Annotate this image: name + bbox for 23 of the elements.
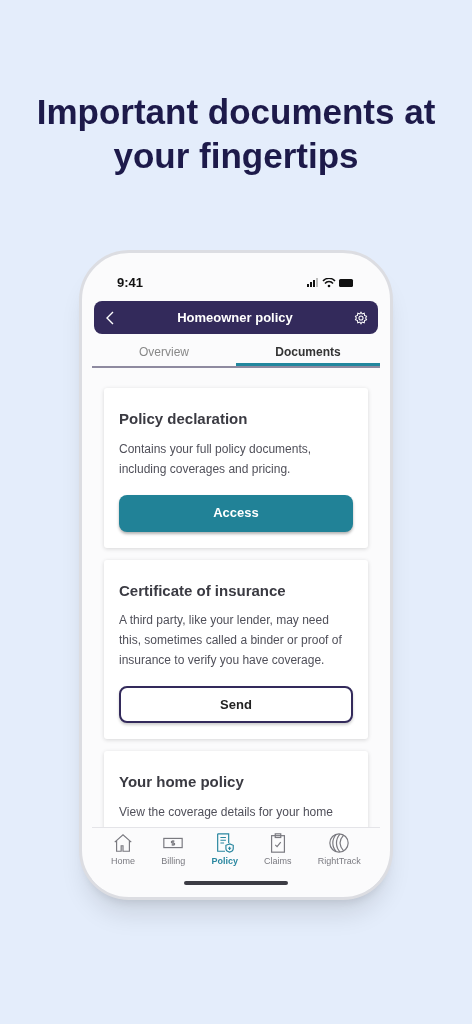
card-description: A third party, like your lender, may need this, sometimes called a binder or proof of insurance to verify you have coverage. [119,612,343,669]
card-description: View the coverage details for your home [119,803,334,821]
nav-item[interactable]: RightTrack [317,832,361,869]
nav-item[interactable]: Claims [264,832,292,869]
settings-icon[interactable] [354,310,368,325]
tab[interactable]: Documents [236,340,380,366]
nav-item[interactable]: Billing [161,832,186,869]
tab[interactable]: Overview [92,340,236,366]
headline: Important documents at your fingertips [36,91,436,177]
card-description: Contains your full policy documents, including coverages and pricing. [119,440,313,478]
card-title: Policy declaration [119,409,249,429]
header-title: Homeowner policy [176,308,294,327]
send-button[interactable]: Send [119,686,353,723]
status-icons [307,278,355,288]
globe-icon [328,832,351,854]
card-title: Certificate of insurance [119,580,287,601]
nav-item[interactable]: Policy [211,832,238,869]
status-time: 9:41 [117,274,144,293]
back-icon[interactable] [104,309,116,326]
nav-item[interactable]: Home [111,832,136,869]
access-button[interactable]: Access [119,494,353,532]
house-icon [112,832,135,854]
card-title: Your home policy [119,772,245,792]
